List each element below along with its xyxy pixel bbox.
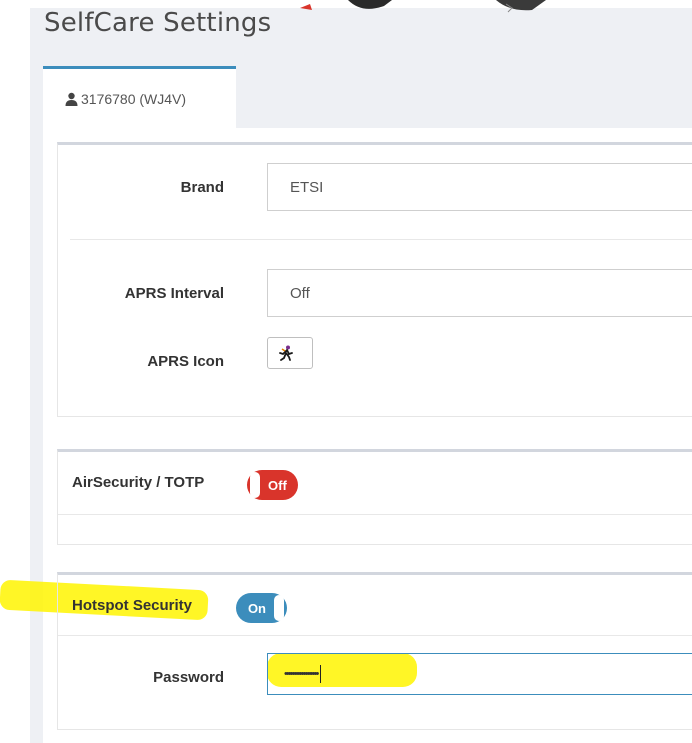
airsecurity-toggle-state: Off xyxy=(268,477,287,493)
password-label: Password xyxy=(153,669,224,686)
airsecurity-toggle[interactable]: Off xyxy=(247,470,298,500)
airsecurity-panel: AirSecurity / TOTP Off xyxy=(57,449,692,545)
password-value: •••••••••••••••••• xyxy=(284,668,319,680)
tab-user-account[interactable]: 3176780 (WJ4V) xyxy=(43,66,236,128)
tab-label: 3176780 (WJ4V) xyxy=(81,90,187,107)
hotspot-security-label: Hotspot Security xyxy=(72,597,193,614)
content-gutter xyxy=(30,128,43,743)
toggle-knob xyxy=(274,595,284,621)
general-settings-panel: Brand ETSI APRS Interval Off APRS Icon xyxy=(57,142,692,417)
hotspot-security-toggle[interactable]: On xyxy=(236,593,287,623)
text-caret xyxy=(320,665,322,683)
toggle-knob xyxy=(250,472,260,498)
user-icon xyxy=(65,92,78,106)
hotspot-toggle-state: On xyxy=(247,600,266,616)
aprs-icon-label: APRS Icon xyxy=(147,353,224,370)
running-man-icon xyxy=(279,345,293,361)
hotspot-security-panel: Hotspot Security On Password •••••••••••… xyxy=(57,572,692,730)
panel-divider xyxy=(58,514,692,515)
brand-label: Brand xyxy=(180,179,224,196)
header-graphic xyxy=(300,0,546,13)
panel-divider xyxy=(58,635,692,636)
aprs-interval-label: APRS Interval xyxy=(124,285,224,302)
aprs-interval-select[interactable]: Off xyxy=(267,269,692,317)
page-title: SelfCare Settings xyxy=(44,8,272,38)
brand-value: ETSI xyxy=(290,178,324,196)
aprs-icon-picker[interactable] xyxy=(267,337,313,369)
brand-select[interactable]: ETSI xyxy=(267,163,692,211)
panel-divider xyxy=(70,239,692,240)
password-field[interactable]: •••••••••••••••••• xyxy=(267,653,692,695)
aprs-interval-value: Off xyxy=(290,284,310,302)
airsecurity-label: AirSecurity / TOTP xyxy=(72,474,205,491)
